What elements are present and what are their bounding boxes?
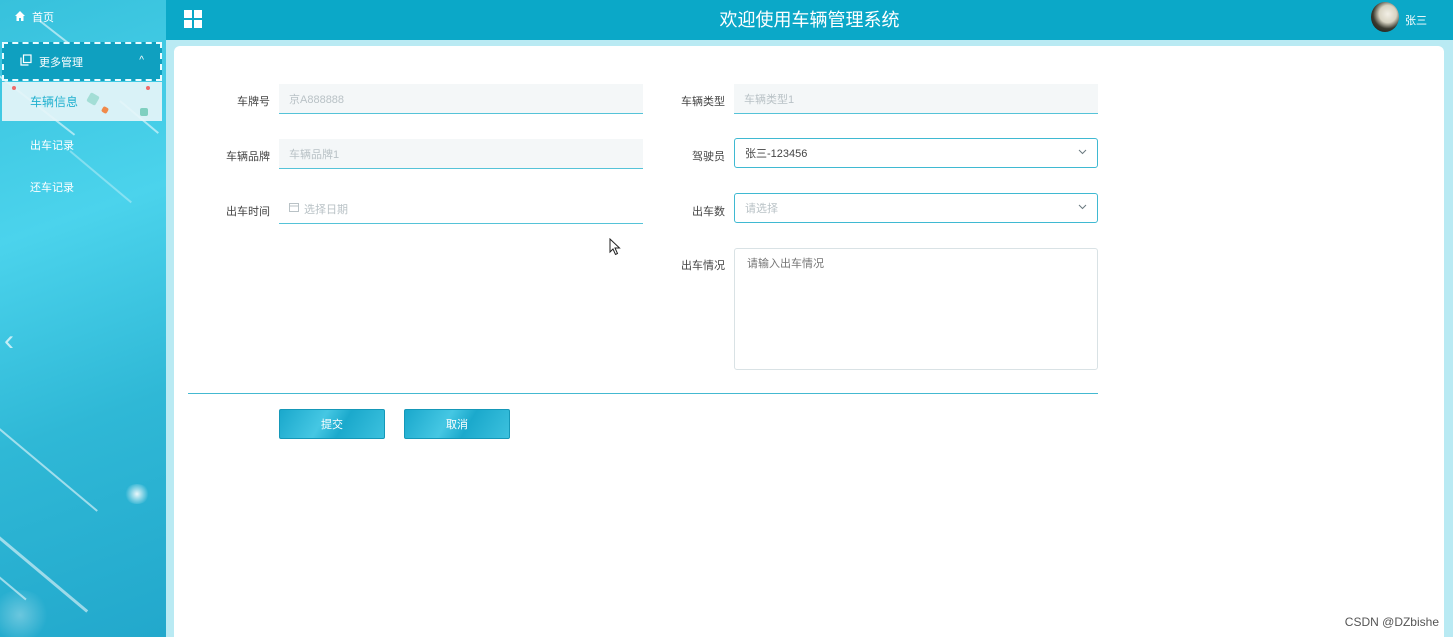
driver-select[interactable]: 张三-123456 — [734, 138, 1098, 168]
collapse-sidebar-icon[interactable]: ‹ — [4, 326, 14, 356]
plate-input: 京A888888 — [279, 84, 643, 114]
form-card: 车牌号 京A888888 车辆类型 车辆类型1 车辆品牌 车辆品牌1 驾驶员 张… — [174, 46, 1444, 637]
depart-count-label: 出车数 — [692, 206, 725, 218]
decor-confetti — [86, 92, 100, 106]
sidebar-group-more-management[interactable]: 更多管理 ^ — [2, 42, 162, 81]
sidebar: 首页 更多管理 ^ 车辆信息 出车记录 还车记录 ‹ — [0, 0, 166, 637]
sidebar-item-return-records[interactable]: 还车记录 — [0, 172, 166, 202]
sidebar-item-label: 首页 — [32, 12, 54, 24]
decor-glow — [124, 484, 150, 504]
calendar-icon — [289, 202, 299, 215]
depart-time-placeholder: 选择日期 — [304, 203, 348, 216]
sidebar-item-label: 车辆信息 — [30, 95, 79, 109]
vehicle-type-label: 车辆类型 — [681, 96, 725, 108]
chevron-down-icon — [1078, 202, 1087, 214]
decor-confetti — [100, 105, 110, 115]
driver-value: 张三-123456 — [745, 148, 808, 160]
cancel-button[interactable]: 取消 — [404, 409, 510, 439]
decor-confetti — [140, 108, 148, 116]
depart-count-placeholder: 请选择 — [745, 203, 778, 215]
watermark: CSDN @DZbishe — [1344, 615, 1439, 629]
home-icon — [14, 10, 26, 25]
sidebar-item-vehicle-info[interactable]: 车辆信息 — [2, 82, 162, 121]
copy-icon — [20, 54, 32, 69]
depart-count-select[interactable]: 请选择 — [734, 193, 1098, 223]
depart-status-textarea[interactable] — [734, 248, 1098, 370]
brand-input: 车辆品牌1 — [279, 139, 643, 169]
decor-confetti — [146, 86, 150, 90]
decor-confetti — [12, 86, 16, 90]
form-divider — [188, 393, 1098, 394]
plate-placeholder: 京A888888 — [289, 93, 345, 106]
vehicle-type-input: 车辆类型1 — [734, 84, 1098, 114]
sidebar-item-label: 还车记录 — [30, 182, 74, 194]
decor-streak — [0, 420, 98, 512]
submit-button[interactable]: 提交 — [279, 409, 385, 439]
app-title: 欢迎使用车辆管理系统 — [719, 10, 900, 30]
depart-time-picker[interactable]: 选择日期 — [279, 194, 643, 224]
sidebar-group-label: 更多管理 — [39, 56, 83, 69]
vehicle-type-placeholder: 车辆类型1 — [744, 93, 795, 106]
sidebar-item-departure-records[interactable]: 出车记录 — [0, 130, 166, 160]
plate-label: 车牌号 — [237, 96, 270, 108]
depart-status-label: 出车情况 — [681, 260, 725, 272]
decor-glow — [0, 590, 50, 637]
top-header: 欢迎使用车辆管理系统 张三 — [166, 0, 1453, 40]
sidebar-item-label: 出车记录 — [30, 140, 74, 152]
sidebar-item-home[interactable]: 首页 — [0, 0, 166, 34]
brand-placeholder: 车辆品牌1 — [289, 148, 340, 161]
user-name[interactable]: 张三 — [1405, 12, 1427, 28]
avatar[interactable] — [1371, 2, 1399, 32]
chevron-down-icon — [1078, 147, 1087, 159]
depart-time-label: 出车时间 — [226, 206, 270, 218]
chevron-up-icon: ^ — [139, 55, 144, 66]
driver-label: 驾驶员 — [692, 151, 725, 163]
brand-label: 车辆品牌 — [226, 151, 270, 163]
